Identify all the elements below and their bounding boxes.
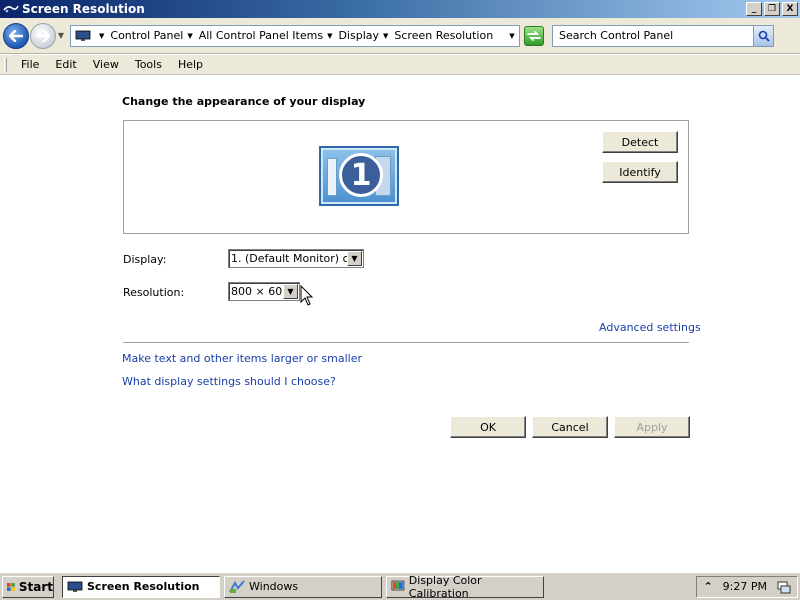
menu-help[interactable]: Help: [170, 58, 211, 71]
advanced-settings-link[interactable]: Advanced settings: [599, 321, 701, 334]
detect-button[interactable]: Detect: [602, 131, 678, 153]
monitor-number-badge: 1: [339, 153, 383, 197]
breadcrumb-separator[interactable]: ▼: [187, 32, 192, 40]
clock[interactable]: 9:27 PM: [723, 580, 767, 593]
back-arrow-icon: [9, 29, 23, 42]
taskbar-item-windows[interactable]: Windows: [224, 575, 382, 598]
display-settings-help-link[interactable]: What display settings should I choose?: [122, 375, 336, 388]
refresh-icon: [527, 30, 541, 41]
close-button[interactable]: X: [782, 2, 798, 16]
search-icon: [758, 30, 770, 42]
address-toolbar: ▼ ▼ Control Panel ▼ All Control Panel It…: [0, 18, 800, 54]
taskbar-item-label: Windows: [249, 580, 299, 593]
menu-view[interactable]: View: [85, 58, 127, 71]
menu-edit[interactable]: Edit: [47, 58, 84, 71]
breadcrumb-control-panel[interactable]: Control Panel: [110, 29, 183, 42]
start-label: Start: [18, 579, 53, 594]
back-button[interactable]: [3, 22, 29, 49]
identify-button[interactable]: Identify: [602, 161, 678, 183]
menu-grip: [4, 57, 7, 72]
title-bar[interactable]: Screen Resolution _ ❐ X: [0, 0, 800, 18]
window-title: Screen Resolution: [22, 2, 145, 16]
breadcrumb-display[interactable]: Display: [338, 29, 379, 42]
start-button[interactable]: Start: [2, 575, 54, 598]
search-button[interactable]: [753, 25, 773, 46]
cancel-button[interactable]: Cancel: [532, 416, 608, 438]
recent-pages-dropdown[interactable]: ▼: [56, 23, 66, 49]
resolution-label: Resolution:: [123, 286, 185, 299]
system-tray: ⌃ 9:27 PM: [696, 575, 798, 598]
forward-arrow-icon: [36, 29, 50, 42]
taskbar-item-display-color-calibration[interactable]: Display Color Calibration: [386, 573, 544, 600]
display-label: Display:: [123, 253, 167, 266]
screen-resolution-app-icon: [3, 3, 19, 15]
network-icon[interactable]: [777, 580, 791, 594]
taskbar-item-screen-resolution[interactable]: Screen Resolution: [62, 575, 220, 598]
color-calibration-icon: [391, 580, 405, 590]
breadcrumb-separator[interactable]: ▼: [383, 32, 388, 40]
minimize-button[interactable]: _: [746, 2, 762, 16]
display-preview-panel: 1 Detect Identify: [123, 120, 689, 234]
breadcrumb-all-control-panel-items[interactable]: All Control Panel Items: [199, 29, 323, 42]
divider: [123, 342, 689, 343]
maximize-button[interactable]: ❐: [764, 2, 780, 16]
resolution-select-value: 800 × 600: [231, 285, 283, 298]
address-history-dropdown[interactable]: ▼: [505, 26, 519, 46]
mouse-cursor-icon: [300, 285, 314, 306]
search-input[interactable]: [553, 26, 753, 45]
chevron-down-icon[interactable]: ▼: [283, 284, 298, 299]
breadcrumb-separator[interactable]: ▼: [327, 32, 332, 40]
ok-button[interactable]: OK: [450, 416, 526, 438]
forward-button[interactable]: [30, 22, 56, 49]
text-size-link[interactable]: Make text and other items larger or smal…: [122, 352, 362, 365]
breadcrumb-screen-resolution[interactable]: Screen Resolution: [394, 29, 493, 42]
chevron-down-icon[interactable]: ▼: [347, 251, 362, 266]
breadcrumb-separator[interactable]: ▼: [99, 32, 104, 40]
monitor-preview[interactable]: 1: [319, 146, 399, 206]
taskbar-item-label: Display Color Calibration: [408, 573, 482, 600]
page-heading: Change the appearance of your display: [122, 95, 366, 108]
resolution-select[interactable]: 800 × 600 ▼: [228, 282, 300, 301]
menu-bar: File Edit View Tools Help: [0, 55, 800, 75]
menu-tools[interactable]: Tools: [127, 58, 170, 71]
search-box[interactable]: [552, 24, 774, 47]
display-select-value: 1. (Default Monitor) on: [231, 252, 347, 265]
apply-button[interactable]: Apply: [614, 416, 690, 438]
taskbar-item-label: Screen Resolution: [87, 580, 200, 593]
refresh-button[interactable]: [524, 25, 544, 46]
show-hidden-icons-chevron-icon[interactable]: ⌃: [703, 580, 712, 593]
monitor-preview-window: [327, 158, 337, 196]
main-content: Change the appearance of your display 1 …: [0, 76, 800, 572]
windows-explorer-icon: [229, 579, 245, 593]
taskbar: Start Screen Resolution Windows Display …: [0, 572, 800, 600]
monitor-icon: [67, 581, 83, 592]
menu-file[interactable]: File: [13, 58, 47, 71]
monitor-icon: [75, 30, 91, 42]
display-select[interactable]: 1. (Default Monitor) on ▼: [228, 249, 364, 268]
windows-logo-icon: [7, 582, 15, 591]
address-field[interactable]: ▼ Control Panel ▼ All Control Panel Item…: [70, 24, 520, 47]
